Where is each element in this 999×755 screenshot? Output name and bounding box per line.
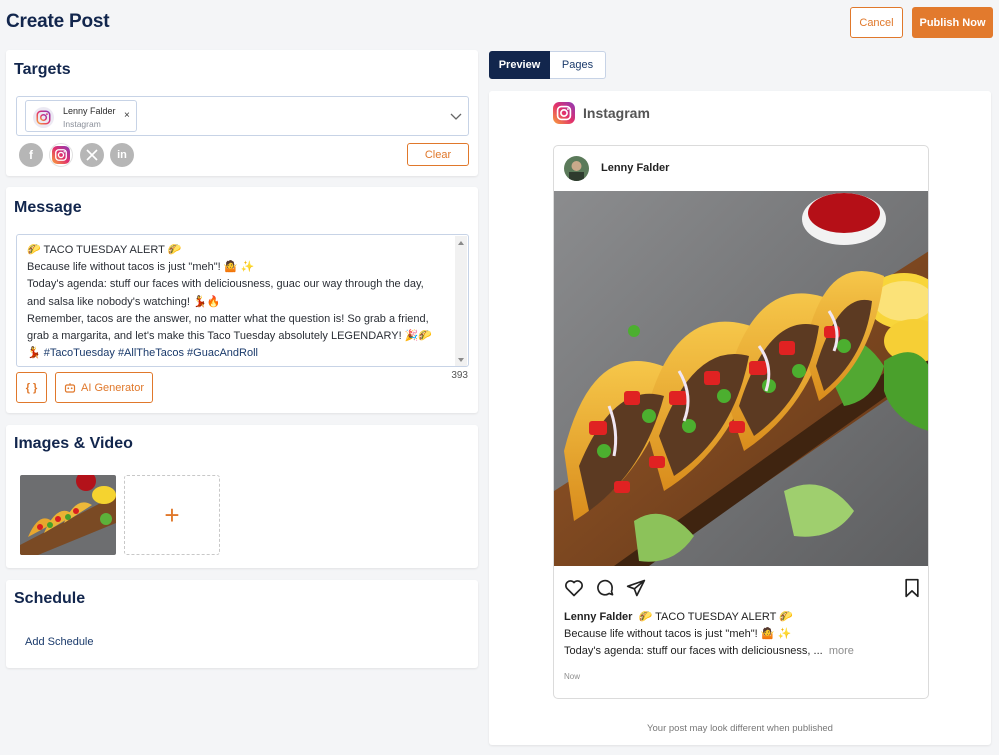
instagram-icon[interactable] <box>49 143 73 167</box>
add-schedule-link[interactable]: Add Schedule <box>25 636 94 648</box>
instagram-post-preview: Lenny Falder Lenny Falder 🌮 TACO TUESDAY… <box>553 145 929 699</box>
message-line-hashtags: 💃 #TacoTuesday #AllTheTacos #GuacAndRoll <box>27 347 258 360</box>
cancel-button[interactable]: Cancel <box>850 7 903 38</box>
tab-preview[interactable]: Preview <box>489 51 550 79</box>
message-card: Message 🌮 TACO TUESDAY ALERT 🌮 Because l… <box>6 187 478 413</box>
instagram-icon <box>553 102 575 124</box>
post-caption: Lenny Falder 🌮 TACO TUESDAY ALERT 🌮 Beca… <box>564 609 924 660</box>
images-title: Images & Video <box>14 435 133 452</box>
x-icon[interactable] <box>80 143 104 167</box>
caption-line: 🌮 TACO TUESDAY ALERT 🌮 <box>638 611 793 623</box>
facebook-icon[interactable]: f <box>19 143 43 167</box>
bookmark-icon[interactable] <box>903 578 921 598</box>
caption-line: Because life without tacos is just "meh"… <box>564 628 792 640</box>
message-line: 🌮 TACO TUESDAY ALERT 🌮 <box>27 244 182 256</box>
publish-now-button[interactable]: Publish Now <box>912 7 993 38</box>
caption-line: Today's agenda: stuff our faces with del… <box>564 645 823 657</box>
preview-network-header: Instagram <box>553 102 650 124</box>
post-image <box>554 191 928 566</box>
message-line: Remember, tacos are the answer, no matte… <box>27 312 429 325</box>
message-text: 🌮 TACO TUESDAY ALERT 🌮 Because life with… <box>27 242 445 362</box>
target-chip: Lenny Falder Instagram × <box>25 100 137 132</box>
scroll-up-icon[interactable] <box>458 241 464 245</box>
instagram-icon <box>33 107 54 128</box>
message-scrollbar[interactable] <box>455 236 467 366</box>
chip-account-name: Lenny Falder <box>63 106 116 116</box>
caption-username: Lenny Falder <box>564 611 633 623</box>
message-line: and salsa like nobody's watching! 💃🔥 <box>27 295 221 308</box>
add-media-button[interactable]: + <box>124 475 220 555</box>
targets-card: Targets Lenny Falder Instagram × f in Cl… <box>6 50 478 176</box>
heart-icon[interactable] <box>564 578 584 598</box>
post-timestamp: Now <box>564 672 581 681</box>
post-actions <box>554 576 928 600</box>
message-line: grab a margarita, and let's make this Ta… <box>27 330 433 343</box>
linkedin-icon[interactable]: in <box>110 143 134 167</box>
media-thumbnail[interactable] <box>20 475 116 555</box>
target-select[interactable]: Lenny Falder Instagram × <box>16 96 469 136</box>
page-title: Create Post <box>6 11 110 32</box>
chip-remove-icon[interactable]: × <box>124 110 130 121</box>
message-title: Message <box>14 199 82 216</box>
character-count: 393 <box>451 370 468 381</box>
clear-button[interactable]: Clear <box>407 143 469 166</box>
chevron-down-icon[interactable] <box>450 110 462 122</box>
schedule-title: Schedule <box>14 590 86 607</box>
preview-panel: Instagram Lenny Falder Lenny Falder 🌮 TA… <box>489 91 991 745</box>
tab-pages[interactable]: Pages <box>550 51 606 79</box>
comment-icon[interactable] <box>595 578 615 598</box>
ai-generator-label: AI Generator <box>81 381 144 394</box>
ai-generator-button[interactable]: AI Generator <box>55 372 153 403</box>
preview-network-label: Instagram <box>583 105 650 121</box>
message-line: Today's agenda: stuff our faces with del… <box>27 278 424 291</box>
robot-icon <box>64 382 76 393</box>
targets-title: Targets <box>14 61 71 78</box>
message-textarea[interactable]: 🌮 TACO TUESDAY ALERT 🌮 Because life with… <box>16 234 469 367</box>
preview-disclaimer: Your post may look different when publis… <box>647 723 833 734</box>
images-card: Images & Video + <box>6 425 478 568</box>
scroll-down-icon[interactable] <box>458 358 464 362</box>
preview-tabs: Preview Pages <box>489 51 606 79</box>
schedule-card: Schedule Add Schedule <box>6 580 478 668</box>
share-icon[interactable] <box>626 578 646 598</box>
variables-button[interactable]: { } <box>16 372 47 403</box>
chip-network-name: Instagram <box>63 119 101 129</box>
caption-more-link[interactable]: more <box>829 645 854 657</box>
avatar <box>564 156 589 181</box>
post-username: Lenny Falder <box>601 162 670 174</box>
message-line: Because life without tacos is just "meh"… <box>27 261 255 274</box>
